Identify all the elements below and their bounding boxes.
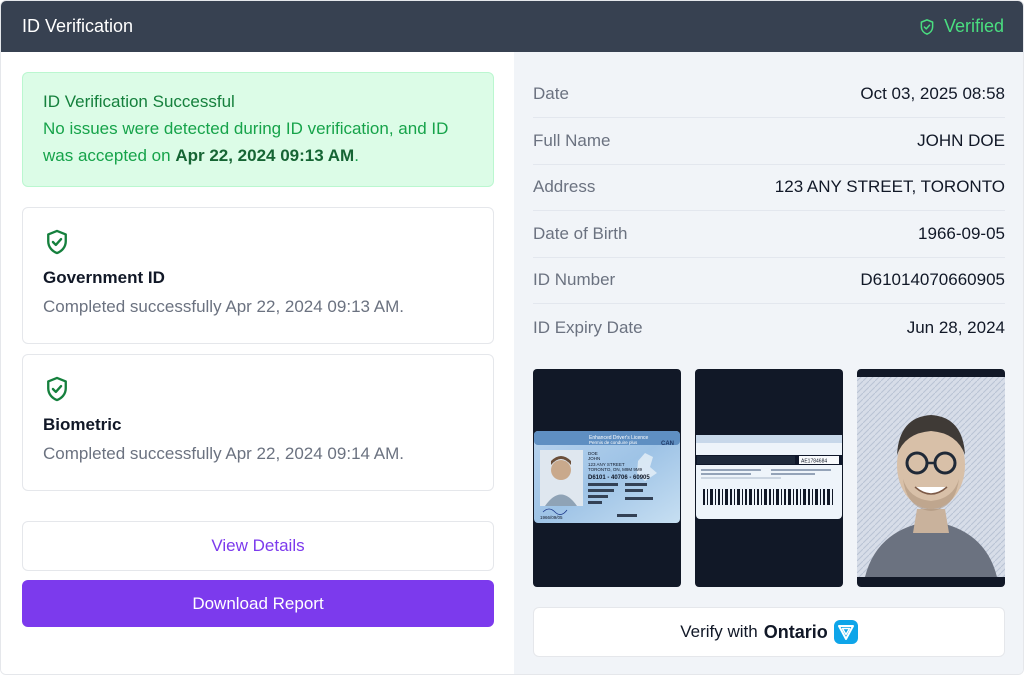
panel-header: ID Verification Verified [1, 1, 1023, 52]
check-status: Completed successfully Apr 22, 2024 09:1… [43, 297, 404, 316]
detail-value: Jun 28, 2024 [906, 317, 1005, 337]
id-front-card: Enhanced Driver's Licence Permis de cond… [534, 431, 680, 523]
download-report-button[interactable]: Download Report [22, 580, 494, 627]
detail-value: D61014070660905 [860, 270, 1005, 289]
id-front-number: D6101 - 40706 - 60905 [588, 475, 650, 481]
id-back-image[interactable]: AE1784684 [695, 369, 843, 587]
detail-value: Oct 03, 2025 08:58 [860, 84, 1005, 103]
detail-label: Date [533, 84, 569, 103]
detail-row-id-number: ID Number D61014070660905 [533, 257, 1005, 304]
id-back-serial: AE1784684 [801, 459, 827, 465]
success-alert: ID Verification Successful No issues wer… [22, 72, 494, 187]
ontario-trillium-logo [833, 620, 858, 644]
selfie-image[interactable] [857, 369, 1005, 587]
detail-value: 123 ANY STREET, TORONTO [774, 177, 1005, 196]
verified-status-text: Verified [943, 16, 1004, 36]
detail-value: 1966-09-05 [918, 224, 1005, 243]
id-back-card: AE1784684 [696, 435, 842, 519]
shield-check-icon [47, 229, 67, 255]
detail-row-id-expiry: ID Expiry Date Jun 28, 2024 [533, 304, 1005, 351]
view-details-button[interactable]: View Details [22, 521, 494, 571]
selfie-photo [857, 377, 1005, 577]
shield-check-icon [920, 18, 934, 35]
alert-title: ID Verification Successful [43, 92, 235, 111]
detail-row-date: Date Oct 03, 2025 08:58 [533, 71, 1005, 118]
alert-message: No issues were detected during ID verifi… [43, 115, 473, 169]
detail-row-full-name: Full Name JOHN DOE [533, 118, 1005, 165]
id-front-country: CAN [661, 441, 674, 447]
shield-check-icon [47, 376, 67, 402]
detail-row-date-of-birth: Date of Birth 1966-09-05 [533, 211, 1005, 258]
check-title: Government ID [43, 268, 165, 287]
detail-row-address: Address 123 ANY STREET, TORONTO [533, 164, 1005, 211]
detail-value: JOHN DOE [917, 131, 1005, 150]
check-card-government-id: Government ID Completed successfully Apr… [22, 207, 494, 344]
detail-label: Full Name [533, 131, 611, 150]
detail-label: Date of Birth [533, 224, 628, 243]
check-title: Biometric [43, 415, 122, 434]
verify-with-ontario-button[interactable]: Verify with Ontario [533, 607, 1005, 657]
verification-panel: ID Verification Verified ID Verification… [0, 0, 1024, 675]
id-front-subheader: Permis de conduire plus [589, 440, 638, 445]
panel-title: ID Verification [22, 16, 134, 36]
id-front-city: TORONTO, ON, M9M 9M9 [588, 467, 643, 472]
id-front-given-name: JOHN [588, 456, 600, 461]
verify-prefix: Verify with [680, 622, 758, 641]
details-column: Date Oct 03, 2025 08:58 Full Name JOHN D… [514, 52, 1023, 674]
detail-label: ID Expiry Date [533, 317, 643, 337]
detail-label: Address [533, 177, 596, 196]
alert-accepted-timestamp: Apr 22, 2024 09:13 AM [175, 146, 355, 165]
verified-badge: Verified [918, 16, 1004, 37]
check-card-biometric: Biometric Completed successfully Apr 22,… [22, 354, 494, 491]
summary-column: ID Verification Successful No issues wer… [1, 52, 514, 674]
check-status: Completed successfully Apr 22, 2024 09:1… [43, 444, 404, 463]
alert-message-end: . [354, 146, 359, 165]
id-front-image[interactable]: Enhanced Driver's Licence Permis de cond… [533, 369, 681, 587]
verify-brand: Ontario [763, 621, 828, 642]
detail-label: ID Number [533, 270, 616, 289]
id-front-footer-date: 1966/09/05 [540, 515, 563, 520]
